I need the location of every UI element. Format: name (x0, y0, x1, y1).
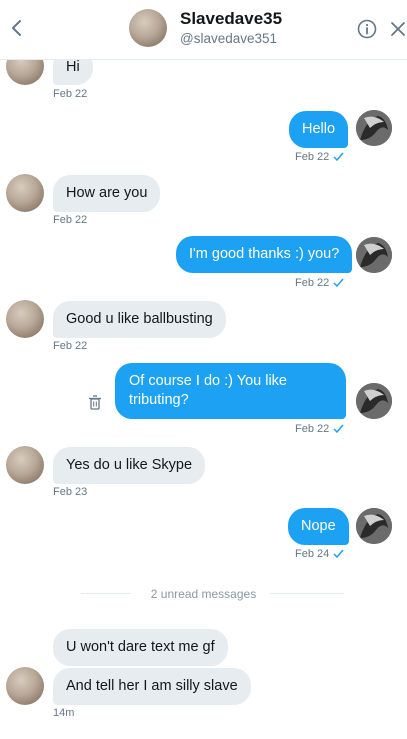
message-bubble-outgoing[interactable]: Hello (289, 111, 349, 148)
my-avatar[interactable] (356, 110, 392, 146)
check-icon (333, 152, 344, 161)
my-avatar[interactable] (356, 237, 392, 273)
info-icon[interactable] (357, 19, 377, 39)
my-avatar[interactable] (356, 383, 392, 419)
message-timestamp: 14m (53, 707, 75, 719)
message-timestamp: Feb 22 (53, 340, 88, 352)
message-timestamp: Feb 22 (53, 88, 88, 100)
check-icon (333, 278, 344, 287)
conversation-header: Slavedave35 @slavedave351 (0, 0, 407, 60)
message-bubble-outgoing[interactable]: Of course I do :) You like tributing? (115, 363, 346, 419)
message-timestamp: Feb 24 (295, 548, 330, 560)
my-avatar-image (356, 383, 392, 419)
my-avatar[interactable] (356, 508, 392, 544)
message-bubble-outgoing[interactable]: Nope (288, 508, 349, 545)
message-bubble-incoming[interactable]: Yes do u like Skype (53, 447, 206, 484)
check-icon (333, 424, 344, 433)
message-timestamp: Feb 22 (295, 423, 330, 435)
message-timestamp: Feb 22 (295, 151, 330, 163)
contact-name[interactable]: Slavedave35 (180, 9, 282, 29)
message-bubble-outgoing[interactable]: I'm good thanks :) you? (176, 236, 353, 273)
message-bubble-incoming[interactable]: How are you (53, 175, 161, 212)
message-timestamp: Feb 22 (53, 214, 88, 226)
sender-avatar[interactable] (6, 300, 44, 338)
message-bubble-incoming[interactable]: Good u like ballbusting (53, 301, 226, 338)
sender-avatar[interactable] (6, 446, 44, 484)
my-avatar-image (356, 508, 392, 544)
trash-icon[interactable] (88, 395, 102, 410)
contact-handle: @slavedave351 (180, 31, 278, 46)
close-icon[interactable] (389, 20, 407, 38)
sender-avatar[interactable] (6, 667, 44, 705)
sender-avatar[interactable] (6, 174, 44, 212)
message-bubble-incoming[interactable]: And tell her I am silly slave (53, 668, 251, 705)
back-arrow-icon[interactable] (8, 17, 26, 39)
my-avatar-image (356, 110, 392, 146)
unread-divider: 2 unread messages (150, 587, 257, 601)
message-timestamp: Feb 23 (53, 486, 88, 498)
message-timestamp: Feb 22 (295, 277, 330, 289)
check-icon (333, 549, 344, 558)
message-bubble-incoming[interactable]: U won't dare text me gf (53, 629, 228, 666)
my-avatar-image (356, 237, 392, 273)
contact-avatar[interactable] (129, 9, 167, 47)
